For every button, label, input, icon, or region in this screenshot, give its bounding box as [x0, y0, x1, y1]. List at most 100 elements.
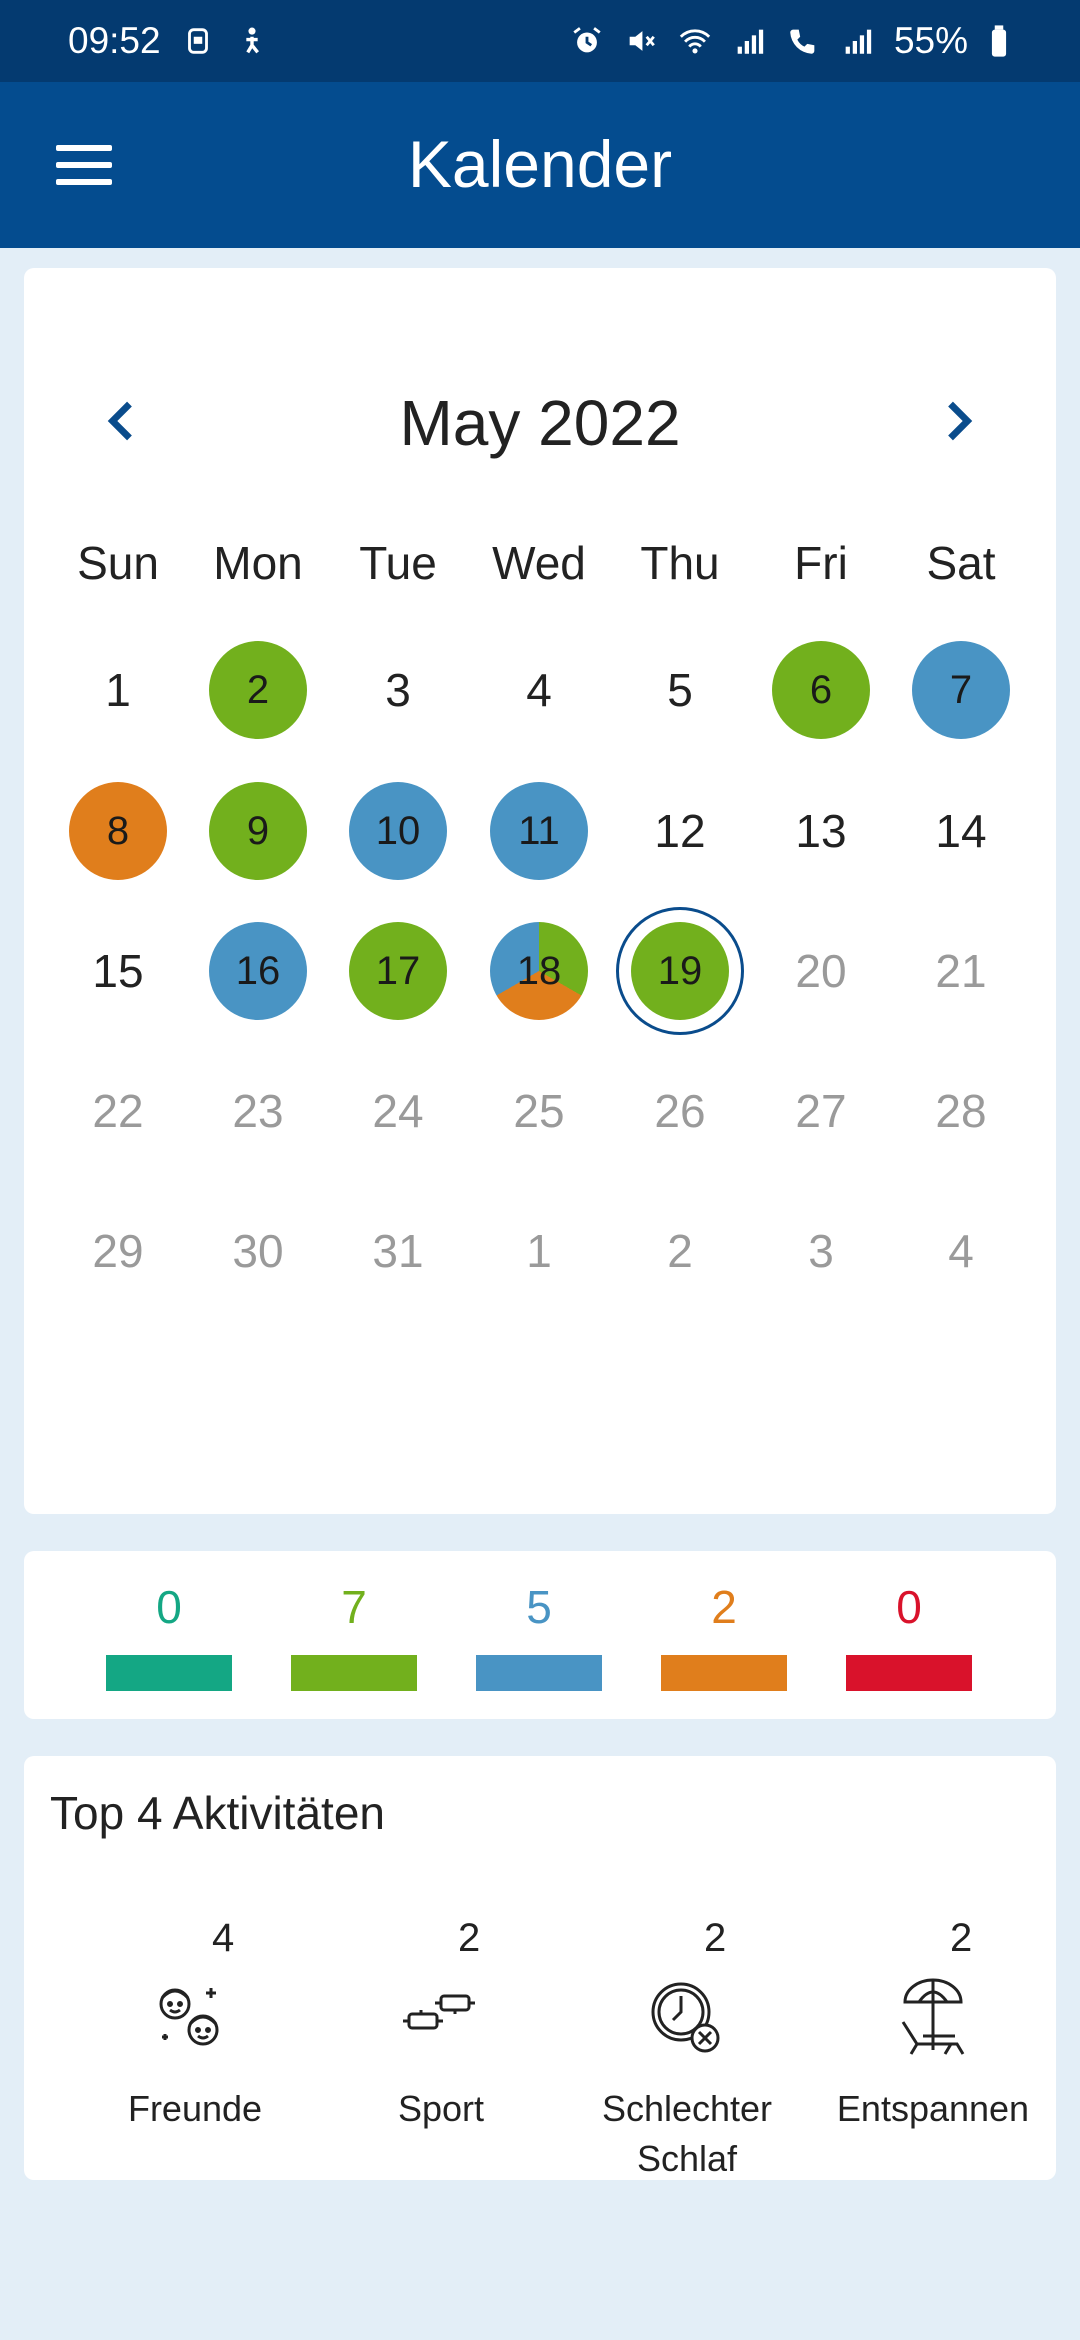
calendar-day[interactable]: 19	[610, 901, 750, 1041]
day-number-disabled: 23	[232, 1085, 284, 1137]
calendar-day[interactable]: 14	[891, 761, 1031, 901]
mood-color-bar	[661, 1655, 787, 1691]
calendar-day[interactable]: 18	[469, 901, 609, 1041]
day-number-disabled: 27	[795, 1085, 847, 1137]
calendar-day[interactable]: 3	[328, 620, 468, 760]
signal-icon	[840, 24, 874, 58]
beach-chair-icon	[883, 1966, 983, 2066]
day-number-disabled: 20	[795, 945, 847, 997]
mood-count: 7	[341, 1581, 367, 1633]
calendar-day: 31	[328, 1181, 468, 1321]
day-mood-circle: 16	[209, 922, 307, 1020]
day-number-disabled: 26	[654, 1085, 706, 1137]
day-number: 13	[795, 805, 847, 857]
status-time: 09:52	[68, 20, 161, 61]
wifi-icon	[678, 24, 712, 58]
signal-icon	[732, 24, 766, 58]
calendar-day[interactable]: 17	[328, 901, 468, 1041]
calendar-day[interactable]: 13	[751, 761, 891, 901]
top-activities-title: Top 4 Aktivitäten	[50, 1787, 385, 1839]
mood-legend-item: 5	[476, 1579, 602, 1691]
calendar-day: 4	[891, 1181, 1031, 1321]
day-number: 3	[385, 664, 411, 716]
calendar-day: 22	[48, 1041, 188, 1181]
weekday-mon: Mon	[213, 537, 303, 589]
day-number-disabled: 29	[92, 1225, 144, 1277]
day-mood-circle: 10	[349, 782, 447, 880]
battery-icon	[988, 24, 1010, 58]
calendar-day: 2	[610, 1181, 750, 1321]
calendar-day: 30	[188, 1181, 328, 1321]
accessibility-icon	[235, 24, 269, 58]
calendar-day[interactable]: 15	[48, 901, 188, 1041]
today-ring	[616, 907, 744, 1035]
day-number: 5	[667, 664, 693, 716]
mood-color-bar	[291, 1655, 417, 1691]
calendar-day[interactable]: 6	[751, 620, 891, 760]
sim-card-icon	[181, 24, 215, 58]
calendar-day[interactable]: 2	[188, 620, 328, 760]
calendar-day[interactable]: 8	[48, 761, 188, 901]
mood-count: 0	[156, 1581, 182, 1633]
mood-count: 2	[711, 1581, 737, 1633]
calendar-day[interactable]: 1	[48, 620, 188, 760]
day-mood-circle: 6	[772, 641, 870, 739]
day-mood-circle: 2	[209, 641, 307, 739]
day-number-disabled: 21	[935, 945, 987, 997]
activity-label: Entspannen	[836, 2088, 1030, 2129]
bad-sleep-icon	[637, 1966, 737, 2066]
chevron-right-icon[interactable]	[924, 386, 994, 456]
weekday-sun: Sun	[77, 537, 159, 589]
weekday-wed: Wed	[492, 537, 586, 589]
calendar-day[interactable]: 12	[610, 761, 750, 901]
day-mood-circle: 9	[209, 782, 307, 880]
dumbbell-icon	[391, 1966, 491, 2066]
day-number-disabled: 24	[372, 1085, 424, 1137]
day-number-disabled: 30	[232, 1225, 284, 1277]
battery-percent: 55%	[893, 20, 968, 61]
mood-summary-card: 0 7 5 2 0	[24, 1551, 1056, 1719]
day-number: 14	[935, 805, 987, 857]
mute-icon	[624, 24, 658, 58]
activity-count: 2	[950, 1916, 973, 1960]
calendar-card: May 2022 Sun Mon Tue Wed Thu Fri Sat 123456789…	[24, 268, 1056, 1514]
calendar-day: 26	[610, 1041, 750, 1181]
calendar-day[interactable]: 5	[610, 620, 750, 760]
activity-label: Schlechter Schlaf	[601, 2088, 773, 2179]
calendar-day[interactable]: 7	[891, 620, 1031, 760]
calendar-day: 3	[751, 1181, 891, 1321]
mood-count: 0	[896, 1581, 922, 1633]
mood-color-bar	[846, 1655, 972, 1691]
mood-color-bar	[106, 1655, 232, 1691]
calendar-day[interactable]: 16	[188, 901, 328, 1041]
mood-legend-item: 0	[846, 1579, 972, 1691]
day-mood-circle: 18	[490, 922, 588, 1020]
day-number-disabled: 22	[92, 1085, 144, 1137]
mood-color-bar	[476, 1655, 602, 1691]
calendar-day[interactable]: 10	[328, 761, 468, 901]
mood-legend-item: 0	[106, 1579, 232, 1691]
status-bar: 09:52 55%	[0, 0, 1080, 82]
alarm-icon	[570, 24, 604, 58]
day-number-disabled: 4	[948, 1225, 974, 1277]
day-number: 12	[654, 805, 706, 857]
activity-count: 2	[704, 1916, 727, 1960]
calendar-day[interactable]: 9	[188, 761, 328, 901]
page-title: Kalender	[407, 127, 673, 201]
day-number-disabled: 25	[513, 1085, 565, 1137]
calendar-day[interactable]: 11	[469, 761, 609, 901]
mood-count: 5	[526, 1581, 552, 1633]
activity-count: 4	[212, 1916, 235, 1960]
weekday-sat: Sat	[926, 537, 996, 589]
activity-label: Sport	[397, 2088, 485, 2129]
top-activities-card: Top 4 Aktivitäten 4 Freunde 2 Sport 2 Schlech…	[24, 1756, 1056, 2180]
calendar-day[interactable]: 4	[469, 620, 609, 760]
friends-icon	[145, 1966, 245, 2066]
day-number-disabled: 28	[935, 1085, 987, 1137]
calendar-day: 29	[48, 1181, 188, 1321]
day-mood-circle: 11	[490, 782, 588, 880]
calendar-day: 27	[751, 1041, 891, 1181]
calendar-day: 1	[469, 1181, 609, 1321]
mood-legend-item: 7	[291, 1579, 417, 1691]
activity-count: 2	[458, 1916, 481, 1960]
